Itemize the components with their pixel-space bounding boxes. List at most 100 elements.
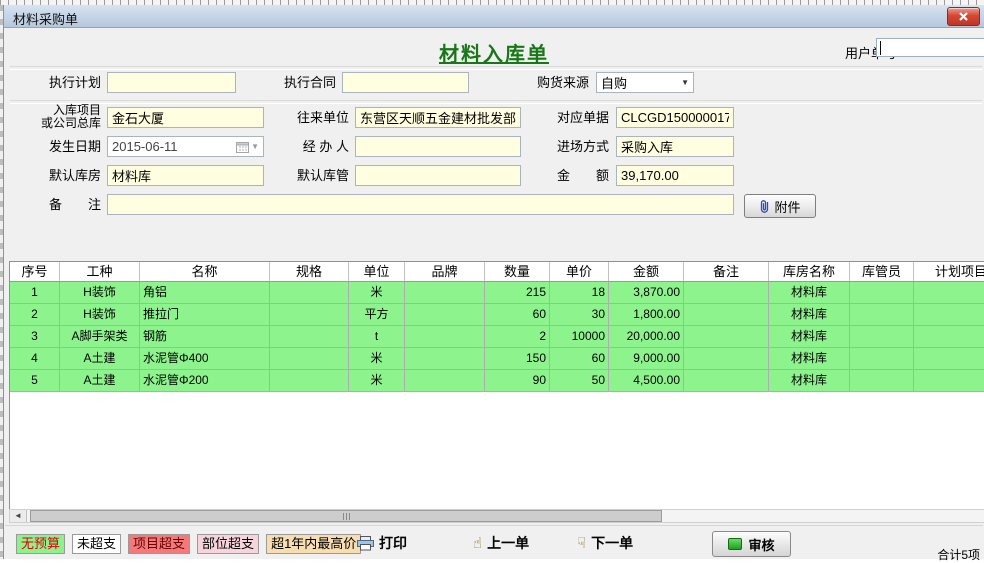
- exec-plan-label: 执行计划: [21, 72, 101, 93]
- purchase-source-value: 自购: [601, 73, 627, 92]
- purchase-source-dropdown[interactable]: 自购 ▼: [596, 72, 694, 93]
- window-title: 材料采购单: [13, 9, 78, 28]
- default-keeper-input[interactable]: [355, 165, 521, 186]
- text-caret: [880, 41, 881, 55]
- project-input[interactable]: [107, 107, 264, 128]
- column-header[interactable]: 金额: [609, 262, 684, 281]
- table-cell: 水泥管Φ200: [140, 370, 270, 391]
- ref-doc-label: 对应单据: [529, 107, 609, 128]
- table-cell: [850, 370, 914, 391]
- next-doc-button[interactable]: ☟ 下一单: [577, 533, 633, 553]
- separator: [10, 100, 982, 104]
- entry-mode-label: 进场方式: [529, 136, 609, 157]
- table-cell: t: [349, 326, 405, 347]
- column-header[interactable]: 计划项目: [914, 262, 984, 281]
- close-button[interactable]: [947, 7, 980, 26]
- table-cell: 米: [349, 348, 405, 369]
- scrollbar-thumb[interactable]: [30, 510, 662, 522]
- total-count: 合计5项: [937, 546, 980, 563]
- table-row[interactable]: 5A土建水泥管Φ200米90504,500.00材料库: [10, 370, 984, 392]
- table-cell: [914, 370, 984, 391]
- table-cell: [684, 282, 769, 303]
- horizontal-scrollbar[interactable]: ◄: [9, 509, 984, 523]
- table-cell: [270, 304, 349, 325]
- table-cell: [684, 304, 769, 325]
- table-cell: 60: [485, 304, 550, 325]
- user-no-input[interactable]: [876, 38, 984, 57]
- column-header[interactable]: 工种: [60, 262, 140, 281]
- prev-doc-label: 上一单: [487, 533, 529, 553]
- print-button[interactable]: 打印: [357, 533, 407, 553]
- table-row[interactable]: 4A土建水泥管Φ400米150609,000.00材料库: [10, 348, 984, 370]
- exec-plan-input[interactable]: [107, 72, 236, 93]
- table-row[interactable]: 3A脚手架类钢筋t21000020,000.00材料库: [10, 326, 984, 348]
- table-cell: [684, 370, 769, 391]
- column-header[interactable]: 单位: [349, 262, 405, 281]
- table-cell: 推拉门: [140, 304, 270, 325]
- table-cell: A土建: [60, 370, 140, 391]
- remark-input[interactable]: [107, 194, 734, 215]
- detail-table: 序号工种名称规格单位品牌数量单价金额备注库房名称库管员计划项目 1H装饰角铝米2…: [9, 261, 984, 509]
- table-cell: H装饰: [60, 282, 140, 303]
- status-bar: 无预算未超支项目超支部位超支超1年内最高价 打印 ☝ 上一单 ☟ 下一单 审核 …: [5, 525, 983, 559]
- table-cell: [270, 348, 349, 369]
- handler-input[interactable]: [355, 136, 521, 157]
- table-cell: [405, 304, 485, 325]
- attachment-button[interactable]: 附件: [744, 194, 816, 218]
- scroll-left-arrow-icon[interactable]: ◄: [10, 510, 27, 522]
- table-row[interactable]: 1H装饰角铝米215183,870.00材料库: [10, 282, 984, 304]
- table-cell: 150: [485, 348, 550, 369]
- remark-label: 备 注: [21, 194, 101, 215]
- calendar-icon: [236, 141, 249, 153]
- table-cell: [914, 304, 984, 325]
- printer-icon: [357, 536, 374, 551]
- table-cell: 平方: [349, 304, 405, 325]
- occur-date-picker[interactable]: 2015-06-11 ▼: [107, 136, 264, 157]
- purchase-source-label: 购货来源: [509, 72, 589, 93]
- exec-contract-label: 执行合同: [256, 72, 336, 93]
- column-header[interactable]: 单价: [550, 262, 609, 281]
- table-cell: 3: [10, 326, 60, 347]
- column-header[interactable]: 名称: [140, 262, 270, 281]
- print-button-label: 打印: [379, 533, 407, 553]
- column-header[interactable]: 数量: [485, 262, 550, 281]
- counterparty-input[interactable]: [355, 107, 521, 128]
- table-cell: [850, 304, 914, 325]
- table-row[interactable]: 2H装饰推拉门平方60301,800.00材料库: [10, 304, 984, 326]
- table-cell: 材料库: [769, 326, 850, 347]
- close-icon: [959, 12, 968, 21]
- legend-tag: 未超支: [72, 534, 121, 554]
- table-cell: 材料库: [769, 348, 850, 369]
- table-cell: 10000: [550, 326, 609, 347]
- amount-label: 金 额: [529, 165, 609, 186]
- default-warehouse-input[interactable]: [107, 165, 264, 186]
- entry-mode-input[interactable]: [616, 136, 734, 157]
- scrollbar-grip-icon: [346, 513, 347, 520]
- table-cell: 30: [550, 304, 609, 325]
- table-cell: 90: [485, 370, 550, 391]
- table-cell: 水泥管Φ400: [140, 348, 270, 369]
- table-cell: [270, 370, 349, 391]
- approve-green-icon: [728, 538, 742, 550]
- column-header[interactable]: 备注: [684, 262, 769, 281]
- separator: [10, 66, 982, 70]
- ref-doc-input[interactable]: [616, 107, 734, 128]
- exec-contract-input[interactable]: [342, 72, 469, 93]
- column-header[interactable]: 序号: [10, 262, 60, 281]
- window-titlebar[interactable]: 材料采购单: [4, 5, 984, 28]
- occur-date-label: 发生日期: [21, 136, 101, 157]
- table-cell: 1,800.00: [609, 304, 684, 325]
- material-receipt-window: 材料采购单 材料入库单 用户单号 执行计划 执行合同 购货来源 自购 ▼ 入库项…: [3, 5, 984, 559]
- table-cell: 60: [550, 348, 609, 369]
- table-cell: 3,870.00: [609, 282, 684, 303]
- prev-doc-button[interactable]: ☝ 上一单: [473, 533, 529, 553]
- table-cell: [850, 282, 914, 303]
- approve-button[interactable]: 审核: [712, 531, 791, 557]
- table-cell: 材料库: [769, 370, 850, 391]
- column-header[interactable]: 规格: [270, 262, 349, 281]
- column-header[interactable]: 品牌: [405, 262, 485, 281]
- column-header[interactable]: 库房名称: [769, 262, 850, 281]
- amount-input[interactable]: [616, 165, 734, 186]
- column-header[interactable]: 库管员: [850, 262, 914, 281]
- budget-legend: 无预算未超支项目超支部位超支超1年内最高价: [16, 534, 361, 554]
